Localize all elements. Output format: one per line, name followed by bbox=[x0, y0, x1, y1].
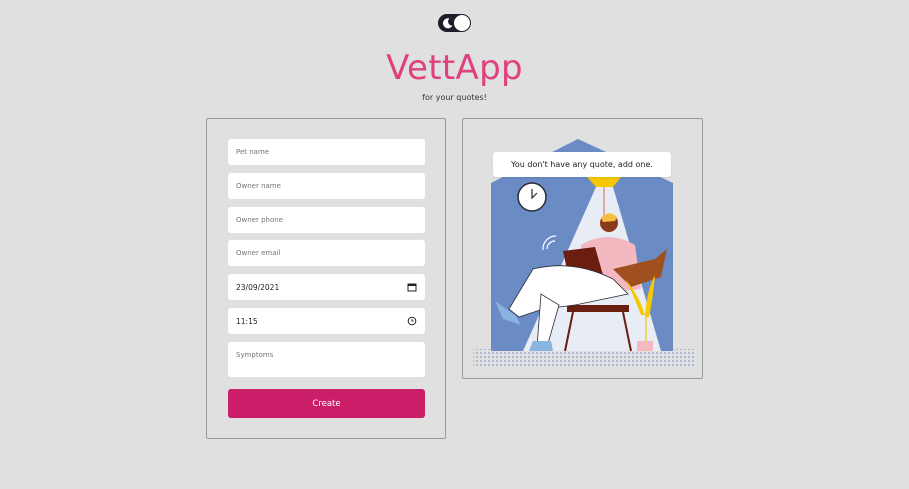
calendar-icon[interactable] bbox=[407, 282, 417, 292]
create-button[interactable]: Create bbox=[228, 389, 425, 418]
owner-email-input[interactable]: Owner email bbox=[228, 240, 425, 266]
time-value: 11:15 bbox=[236, 316, 258, 326]
quote-form: Pet name Owner name Owner phone Owner em… bbox=[206, 118, 446, 439]
empty-quotes-message: You don't have any quote, add one. bbox=[493, 152, 671, 177]
app-subtitle: for your quotes! bbox=[422, 93, 487, 102]
pet-name-placeholder: Pet name bbox=[236, 148, 270, 156]
app-title: VettApp bbox=[386, 48, 523, 88]
date-input[interactable]: 23/09/2021 bbox=[228, 274, 425, 300]
owner-phone-placeholder: Owner phone bbox=[236, 216, 283, 224]
quotes-panel: You don't have any quote, add one. bbox=[462, 118, 703, 379]
date-value: 23/09/2021 bbox=[236, 282, 280, 292]
page: VettApp for your quotes! Pet name Owner … bbox=[0, 0, 909, 489]
owner-name-input[interactable]: Owner name bbox=[228, 173, 425, 199]
symptoms-placeholder: Symptoms bbox=[236, 351, 274, 359]
owner-name-placeholder: Owner name bbox=[236, 182, 281, 190]
symptoms-textarea[interactable]: Symptoms bbox=[228, 342, 425, 377]
toggle-knob bbox=[454, 15, 470, 31]
moon-icon bbox=[443, 18, 453, 29]
theme-toggle[interactable] bbox=[438, 14, 471, 32]
owner-email-placeholder: Owner email bbox=[236, 249, 281, 257]
pet-name-input[interactable]: Pet name bbox=[228, 139, 425, 165]
owner-phone-input[interactable]: Owner phone bbox=[228, 207, 425, 233]
clock-icon[interactable] bbox=[407, 316, 417, 326]
time-input[interactable]: 11:15 bbox=[228, 308, 425, 334]
